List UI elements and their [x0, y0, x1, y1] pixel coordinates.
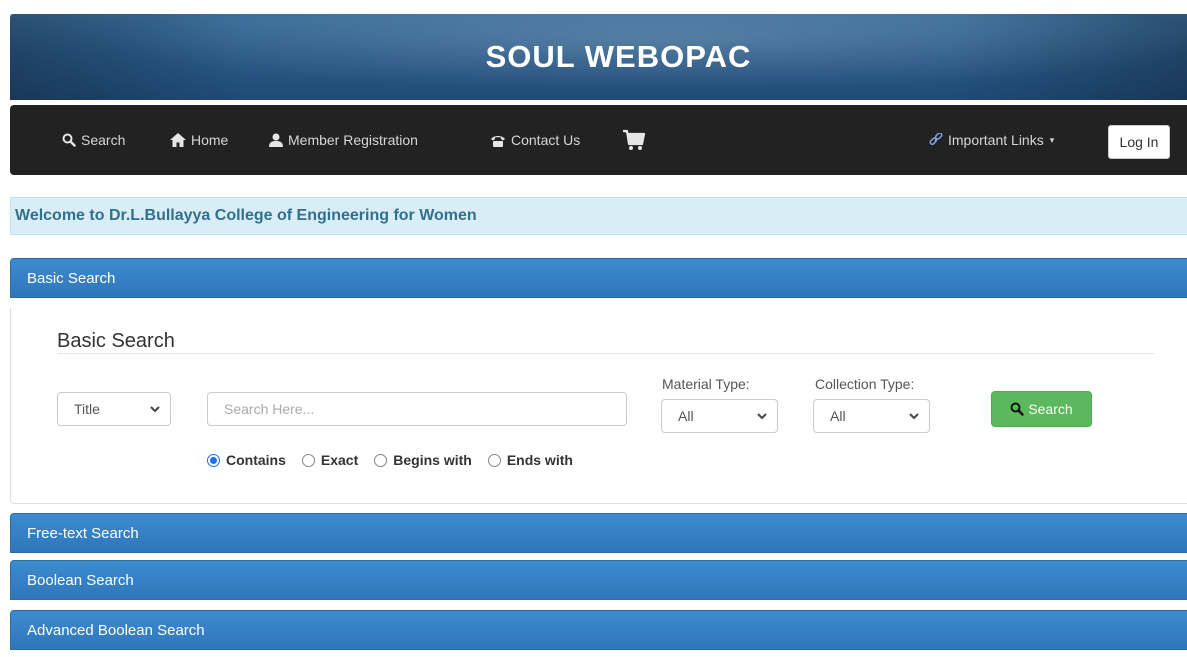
- login-button[interactable]: Log In: [1108, 125, 1170, 159]
- radio-contains-label: Contains: [226, 452, 286, 468]
- collection-type-select[interactable]: All: [813, 399, 930, 433]
- panel-header-free-text-search[interactable]: Free-text Search: [10, 513, 1187, 553]
- search-field-value: Title: [74, 401, 100, 417]
- cart-icon: [623, 129, 646, 150]
- nav-contact-us[interactable]: Contact Us: [490, 105, 580, 175]
- site-banner: SOUL WEBOPAC: [10, 14, 1187, 100]
- radio-ends-with-label: Ends with: [506, 452, 573, 468]
- nav-member-registration[interactable]: Member Registration: [269, 105, 418, 175]
- radio-exact-label: Exact: [320, 452, 359, 468]
- nav-important-links-label: Important Links: [948, 132, 1044, 148]
- welcome-message: Welcome to Dr.L.Bullayya College of Engi…: [10, 197, 1187, 235]
- chevron-down-icon: [150, 406, 160, 413]
- search-icon: [1010, 402, 1025, 416]
- home-icon: [170, 133, 186, 147]
- search-input[interactable]: Search Here...: [207, 392, 627, 426]
- phone-icon: [491, 135, 505, 147]
- nav-search[interactable]: Search: [62, 105, 125, 175]
- top-navbar: Search Home Member Registration Contact …: [10, 105, 1187, 175]
- material-type-label: Material Type:: [662, 376, 750, 392]
- collection-type-label: Collection Type:: [815, 376, 915, 392]
- nav-home-label: Home: [191, 132, 229, 148]
- radio-exact[interactable]: [301, 453, 315, 467]
- collection-type-value: All: [830, 408, 846, 424]
- site-title: SOUL WEBOPAC: [485, 39, 752, 74]
- basic-search-heading: Basic Search: [57, 330, 175, 352]
- radio-ends-with[interactable]: [487, 453, 501, 467]
- nav-member-registration-label: Member Registration: [288, 132, 418, 148]
- material-type-value: All: [678, 408, 694, 424]
- panel-header-advanced-boolean-search[interactable]: Advanced Boolean Search: [10, 610, 1187, 650]
- caret-down-icon: ▾: [1049, 134, 1055, 145]
- nav-important-links[interactable]: Important Links ▾: [929, 105, 1054, 175]
- nav-cart[interactable]: [622, 105, 651, 175]
- search-button-label: Search: [1028, 401, 1073, 417]
- heading-divider: [57, 353, 1154, 354]
- panel-header-boolean-search[interactable]: Boolean Search: [10, 560, 1187, 600]
- match-type-radio-group: Contains Exact Begins with Ends with: [207, 451, 589, 469]
- search-field-select[interactable]: Title: [57, 392, 171, 426]
- search-input-placeholder: Search Here...: [224, 401, 315, 417]
- radio-contains[interactable]: [207, 453, 220, 467]
- search-icon: [62, 133, 76, 147]
- panel-header-basic-search[interactable]: Basic Search: [10, 258, 1187, 298]
- nav-home[interactable]: Home: [170, 105, 228, 175]
- material-type-select[interactable]: All: [661, 399, 778, 433]
- nav-search-label: Search: [81, 132, 126, 148]
- search-button[interactable]: Search: [991, 391, 1092, 427]
- radio-begins-with[interactable]: [374, 453, 388, 467]
- radio-begins-with-label: Begins with: [393, 452, 472, 468]
- user-icon: [269, 133, 283, 147]
- nav-contact-us-label: Contact Us: [511, 132, 581, 148]
- chevron-down-icon: [909, 413, 919, 420]
- chevron-down-icon: [757, 413, 767, 420]
- link-icon: [929, 133, 943, 146]
